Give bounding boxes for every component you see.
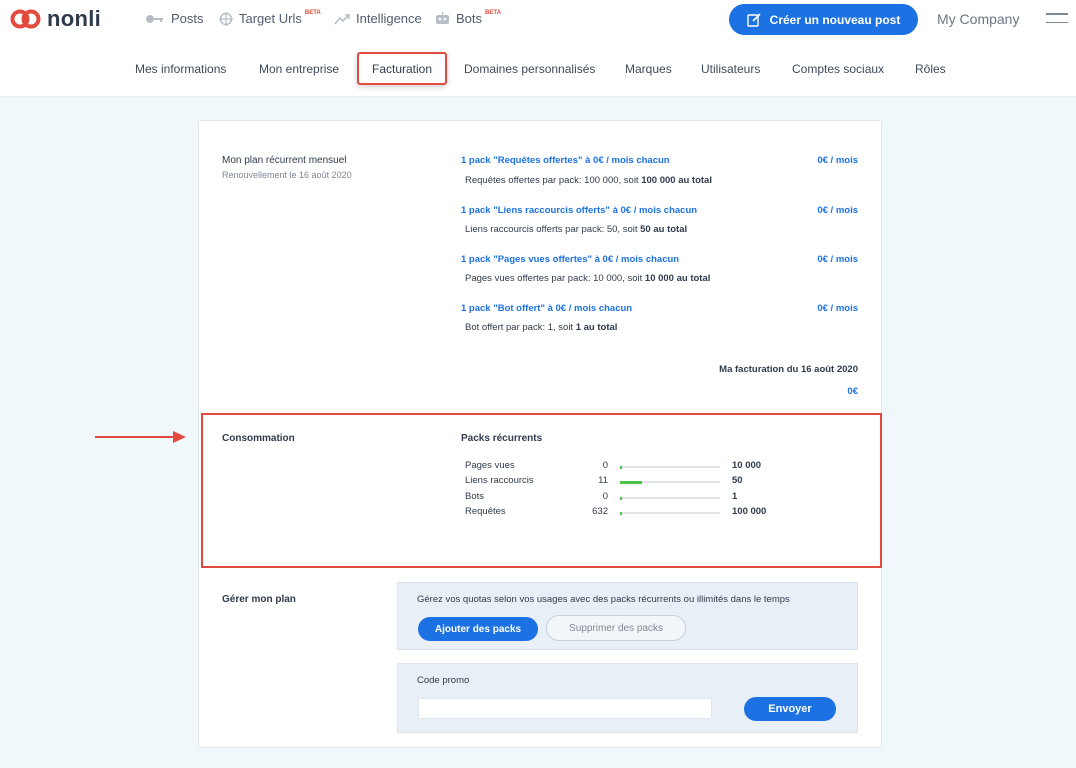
stat-max: 1 xyxy=(732,491,738,502)
beta-badge: BETA xyxy=(304,9,321,16)
edit-icon xyxy=(746,12,761,27)
nav-label: Intelligence xyxy=(356,11,422,26)
pack-price: 0€ / mois xyxy=(817,254,858,265)
stat-max: 100 000 xyxy=(732,506,767,517)
packs-info: Gérez vos quotas selon vos usages avec d… xyxy=(417,594,790,605)
tab-utilisateurs[interactable]: Utilisateurs xyxy=(701,62,760,76)
brand-name: nonli xyxy=(47,6,102,31)
add-packs-button[interactable]: Ajouter des packs xyxy=(418,617,538,641)
settings-tabs: Mes informations Mon entreprise Facturat… xyxy=(0,40,1076,97)
tab-roles[interactable]: Rôles xyxy=(915,62,946,76)
tab-domaines-personnalises[interactable]: Domaines personnalisés xyxy=(464,62,595,76)
nav-label: Bots xyxy=(456,11,483,26)
pack-price: 0€ / mois xyxy=(817,205,858,216)
nav-bots[interactable]: Bots BETA xyxy=(435,9,501,26)
tab-mes-informations[interactable]: Mes informations xyxy=(135,62,226,76)
nav-label: Posts xyxy=(171,11,204,26)
nav-label: Target Urls xyxy=(239,11,302,26)
arrow-icon xyxy=(95,431,186,443)
stat-used: 11 xyxy=(598,475,608,486)
stat-label: Liens raccourcis xyxy=(465,475,534,486)
promo-code-input[interactable] xyxy=(418,698,712,719)
pack-description: Requêtes offertes par pack: 100 000, soi… xyxy=(465,175,712,186)
usage-bar xyxy=(620,480,720,484)
nav-posts[interactable]: Posts xyxy=(145,11,204,26)
pack-title: 1 pack "Liens raccourcis offerts" à 0€ /… xyxy=(461,205,698,216)
promo-label: Code promo xyxy=(417,675,470,686)
tab-comptes-sociaux[interactable]: Comptes sociaux xyxy=(792,62,884,76)
pack-price: 0€ / mois xyxy=(817,303,858,314)
trend-icon xyxy=(334,13,350,25)
pack-price: 0€ / mois xyxy=(817,155,858,166)
manage-plan-title: Gérer mon plan xyxy=(222,594,296,605)
stat-max: 10 000 xyxy=(732,460,762,471)
stat-used: 632 xyxy=(592,506,608,517)
top-bar: nonli Posts Target Urls BETA Intelligenc… xyxy=(0,0,1076,40)
consumption-title: Consommation xyxy=(222,433,295,444)
robot-icon xyxy=(436,12,449,24)
usage-bar xyxy=(620,496,720,500)
usage-bar-fill xyxy=(620,496,622,500)
company-name[interactable]: My Company xyxy=(937,11,1019,27)
send-button[interactable]: Envoyer xyxy=(744,697,836,721)
pack-title: 1 pack "Requêtes offertes" à 0€ / mois c… xyxy=(461,155,670,166)
pack-description: Liens raccourcis offerts par pack: 50, s… xyxy=(465,224,688,235)
menu-icon[interactable] xyxy=(1046,13,1068,25)
pack-title: 1 pack "Bot offert" à 0€ / mois chacun xyxy=(461,303,633,314)
usage-bar-fill xyxy=(620,511,622,515)
beta-badge: BETA xyxy=(485,9,501,16)
nav-target-urls[interactable]: Target Urls BETA xyxy=(219,9,321,26)
create-post-button[interactable]: Créer un nouveau post xyxy=(729,4,918,35)
logo-icon xyxy=(10,9,41,29)
nav-intelligence[interactable]: Intelligence xyxy=(334,11,422,26)
stat-label: Pages vues xyxy=(465,460,515,471)
stat-used: 0 xyxy=(602,460,608,471)
tab-marques[interactable]: Marques xyxy=(625,62,672,76)
stat-max: 50 xyxy=(732,475,743,486)
pack-title: 1 pack "Pages vues offertes" à 0€ / mois… xyxy=(461,254,680,265)
usage-bar xyxy=(620,465,720,469)
tab-facturation[interactable]: Facturation xyxy=(357,52,447,85)
stat-used: 0 xyxy=(602,491,608,502)
create-post-label: Créer un nouveau post xyxy=(769,12,901,27)
recurring-packs-title: Packs récurrents xyxy=(461,433,543,444)
usage-bar xyxy=(620,511,720,515)
stat-label: Requêtes xyxy=(465,506,506,517)
usage-bar-fill xyxy=(620,480,642,484)
plan-renewal: Renouvellement le 16 août 2020 xyxy=(222,170,352,180)
stat-label: Bots xyxy=(465,491,485,502)
logo[interactable]: nonli xyxy=(10,6,101,32)
billing-date-label: Ma facturation du 16 août 2020 xyxy=(719,364,858,375)
pack-description: Bot offert par pack: 1, soit 1 au total xyxy=(465,322,618,333)
usage-bar-fill xyxy=(620,465,622,469)
tab-mon-entreprise[interactable]: Mon entreprise xyxy=(259,62,339,76)
remove-packs-button[interactable]: Supprimer des packs xyxy=(546,615,686,641)
key-icon xyxy=(146,14,163,23)
pack-description: Pages vues offertes par pack: 10 000, so… xyxy=(465,273,711,284)
crosshair-icon xyxy=(219,11,233,26)
plan-title: Mon plan récurrent mensuel xyxy=(222,155,347,166)
billing-amount: 0€ xyxy=(847,386,858,397)
